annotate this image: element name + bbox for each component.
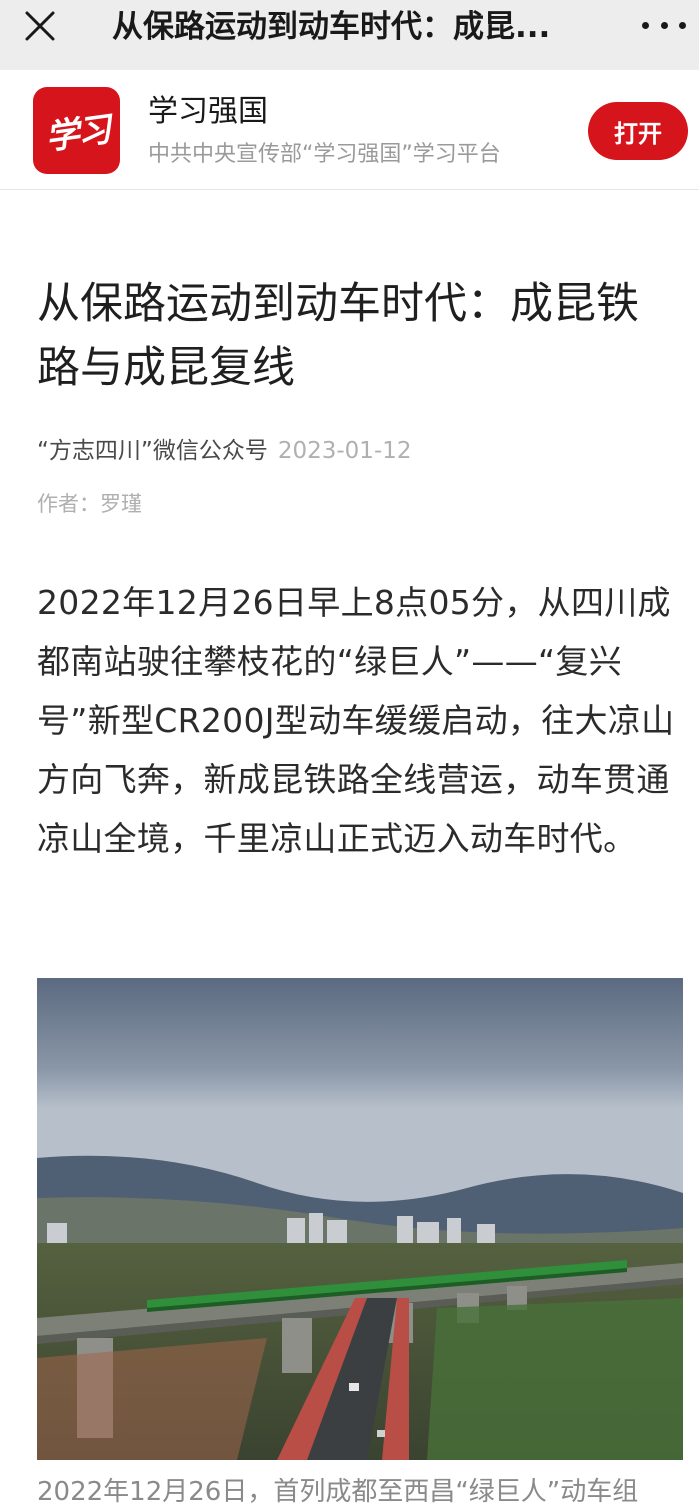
open-app-button[interactable]: 打开 — [588, 102, 688, 160]
article-meta: “方志四川”微信公众号 2023-01-12 — [37, 436, 412, 466]
top-navigation-bar: 从保路运动到动车时代：成昆... — [0, 0, 699, 70]
photo-caption: 2022年12月26日，首列成都至西昌“绿巨人”动车组 — [37, 1477, 639, 1507]
article-content: 从保路运动到动车时代：成昆铁路与成昆复线 “方志四川”微信公众号 2023-01-… — [0, 190, 699, 1511]
article-title: 从保路运动到动车时代：成昆铁路与成昆复线 — [37, 279, 639, 393]
article-paragraph: 2022年12月26日早上8点05分，从四川成都南站驶往攀枝花的“绿巨人”——“… — [37, 583, 675, 858]
app-logo[interactable]: 学习 — [33, 87, 120, 174]
article-photo[interactable] — [37, 978, 683, 1460]
app-name: 学习强国 — [148, 94, 268, 129]
article-author: 作者：罗瑾 — [37, 492, 142, 516]
more-icon[interactable] — [642, 10, 686, 40]
close-icon[interactable] — [22, 8, 58, 44]
article-source[interactable]: “方志四川”微信公众号 — [37, 438, 268, 464]
article-date: 2023-01-12 — [277, 438, 412, 464]
app-description: 中共中央宣传部“学习强国”学习平台 — [148, 142, 501, 167]
page-title: 从保路运动到动车时代：成昆... — [112, 10, 551, 44]
app-download-banner: 学习 学习强国 中共中央宣传部“学习强国”学习平台 打开 — [0, 70, 699, 190]
app-logo-text: 学习 — [42, 109, 112, 159]
